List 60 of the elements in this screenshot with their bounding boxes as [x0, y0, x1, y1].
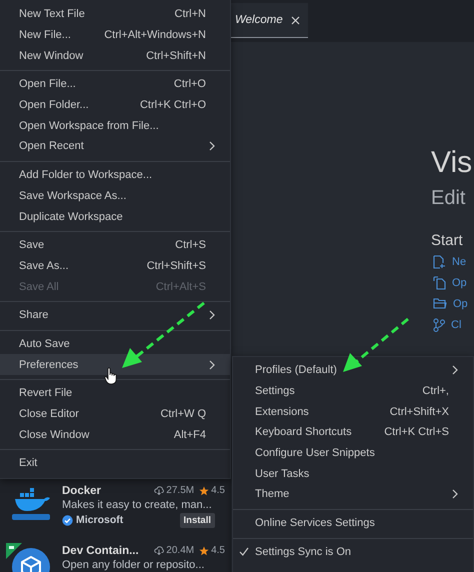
start-link[interactable]: Ne — [452, 256, 466, 268]
menu-item[interactable]: Save Workspace As... — [0, 186, 230, 206]
whale-logo-icon — [10, 486, 52, 521]
menu-item[interactable]: Open Recent — [0, 136, 230, 157]
star-icon — [199, 486, 210, 496]
new-file-icon — [433, 254, 446, 268]
menu-item[interactable]: Add Folder to Workspace... — [0, 164, 230, 186]
menu-item[interactable]: Preferences — [0, 354, 230, 375]
open-file-icon — [433, 276, 446, 290]
extension-description: Makes it easy to create, man... — [62, 498, 213, 511]
welcome-title: Vis — [431, 146, 474, 180]
start-link[interactable]: Op — [453, 298, 468, 310]
extension-item[interactable]: Dev Contain... 20.4M 4.5 Open any folder or reposito... — [6, 542, 225, 572]
menu-item[interactable]: Keyboard Shortcuts Ctrl+K Ctrl+S — [233, 422, 473, 443]
cloud-download-icon — [154, 546, 164, 556]
start-link[interactable]: Cl — [451, 318, 462, 330]
publisher-name: Microsoft — [76, 514, 124, 526]
menu-item[interactable]: Configure User Snippets — [233, 442, 473, 464]
menu-item[interactable]: New Text File Ctrl+N — [0, 4, 230, 25]
menu-item[interactable]: Exit — [0, 453, 230, 474]
close-icon[interactable] — [290, 16, 300, 24]
menu-item[interactable]: Online Services Settings — [233, 512, 473, 534]
hand-cursor-icon — [104, 367, 118, 385]
menu-item[interactable]: Profiles (Default) — [233, 360, 473, 381]
menu-item[interactable]: User Tasks — [233, 463, 473, 484]
extension-name[interactable]: Dev Contain... — [62, 544, 150, 557]
section-heading: Start — [431, 231, 464, 251]
extension-item[interactable]: Docker 27.5M 4.5 Makes it easy to create, man... Microsoft Install — [6, 482, 225, 543]
menu-item[interactable]: New Window Ctrl+Shift+N — [0, 45, 230, 66]
branch-icon — [433, 318, 445, 332]
menu-item[interactable]: Close Editor Ctrl+W Q — [0, 404, 230, 424]
menu-item[interactable]: Settings Ctrl+, — [233, 380, 473, 402]
menu-item[interactable]: Save Ctrl+S — [0, 234, 230, 256]
extension-name[interactable]: Docker — [62, 484, 150, 497]
extension-description: Open any folder or reposito... — [62, 558, 206, 571]
star-icon — [199, 546, 210, 556]
menu-item[interactable]: Duplicate Workspace — [0, 206, 230, 227]
menu-item[interactable]: Open Workspace from File... — [0, 115, 230, 136]
rating: 4.5 — [211, 545, 225, 556]
menu-item[interactable]: Settings Sync is On — [233, 542, 473, 562]
editor-tab[interactable]: Welcome — [231, 3, 308, 38]
menu-item[interactable]: Save As... Ctrl+Shift+S — [0, 256, 230, 276]
download-count: 27.5M — [166, 485, 194, 496]
verified-icon — [62, 514, 73, 526]
cloud-download-icon — [154, 486, 164, 496]
menu-item[interactable]: Open Folder... Ctrl+K Ctrl+O — [0, 94, 230, 116]
menu-item[interactable]: Revert File — [0, 383, 230, 404]
menu-item[interactable]: Theme — [233, 484, 473, 505]
menu-item[interactable]: Close Window Alt+F4 — [0, 424, 230, 446]
menu-item[interactable]: New File... Ctrl+Alt+Windows+N — [0, 24, 230, 46]
menu-item[interactable]: Share — [0, 304, 230, 326]
menu-item[interactable]: Extensions Ctrl+Shift+X — [233, 401, 473, 422]
rating: 4.5 — [211, 485, 225, 496]
welcome-subtitle: Edit — [431, 186, 466, 210]
menu-item[interactable]: Open File... Ctrl+O — [0, 74, 230, 95]
download-count: 20.4M — [166, 545, 194, 556]
folder-icon — [433, 297, 447, 310]
install-button[interactable]: Install — [180, 512, 215, 528]
start-link[interactable]: Op — [452, 276, 467, 288]
menu-item[interactable]: Auto Save — [0, 334, 230, 354]
